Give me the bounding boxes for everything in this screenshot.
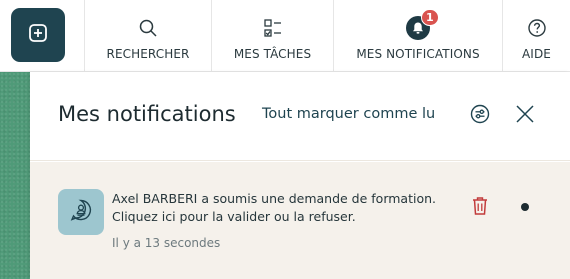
notification-timestamp: Il y a 13 secondes [112,236,221,250]
close-panel-button[interactable] [513,104,537,128]
notification-message: Axel BARBERI a soumis une demande de for… [112,190,457,226]
notification-item[interactable]: Axel BARBERI a soumis une demande de for… [30,162,570,279]
add-button[interactable] [11,8,65,62]
user-request-icon [69,198,93,226]
nav-tasks-label: MES TÂCHES [233,47,312,61]
notification-message-line1: Axel BARBERI a soumis une demande de for… [112,191,436,206]
panel-title: Mes notifications [58,102,236,126]
bell-container: 1 [406,9,439,40]
plus-circle-icon [28,23,48,47]
mark-all-read-link[interactable]: Tout marquer comme lu [262,106,435,122]
notification-message-line2: Cliquez ici pour la valider ou la refuse… [112,209,356,224]
nav-notifications[interactable]: 1 MES NOTIFICATIONS [333,0,502,72]
unread-indicator[interactable] [521,203,529,211]
filter-settings-icon [470,104,490,128]
nav-notifications-label: MES NOTIFICATIONS [356,47,480,61]
panel-header: Mes notifications Tout marquer comme lu [30,72,570,161]
nav-tasks[interactable]: MES TÂCHES [211,0,333,72]
trash-icon [471,196,489,220]
add-button-container [0,0,84,72]
notification-avatar [58,189,104,235]
nav-help[interactable]: AIDE [502,0,570,72]
nav-search-label: RECHERCHER [106,47,190,61]
top-navigation: RECHERCHER MES TÂCHES 1 MES NOTIFICATION… [0,0,570,72]
background-strip [0,72,30,279]
notifications-panel: Mes notifications Tout marquer comme lu [30,72,570,279]
nav-help-label: AIDE [522,47,551,61]
delete-notification-button[interactable] [470,197,490,219]
notification-count-badge: 1 [421,9,439,26]
nav-search[interactable]: RECHERCHER [84,0,211,72]
help-icon [527,17,547,39]
search-icon [138,17,158,39]
checklist-icon [263,17,283,39]
close-icon [515,104,535,128]
filter-button[interactable] [468,104,492,128]
